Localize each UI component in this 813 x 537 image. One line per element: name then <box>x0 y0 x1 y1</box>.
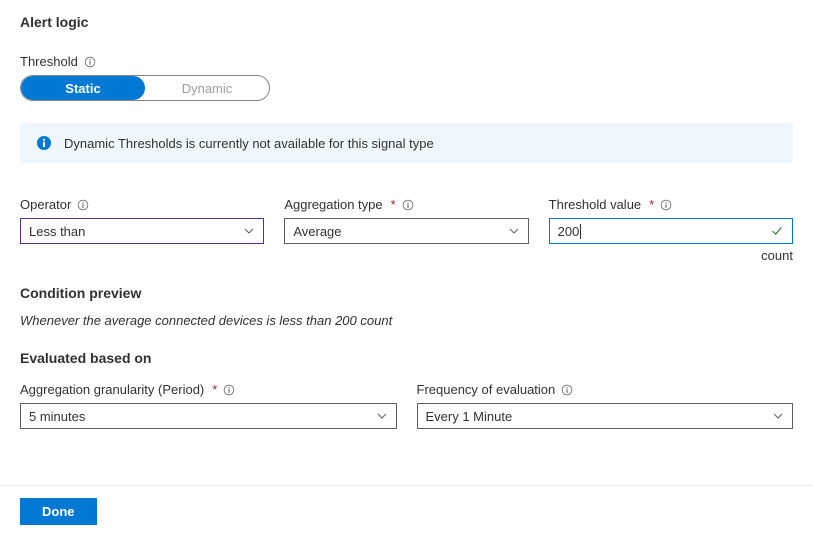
info-icon[interactable] <box>77 199 89 211</box>
condition-preview-text: Whenever the average connected devices i… <box>20 313 793 328</box>
footer: Done <box>0 485 813 537</box>
aggregation-type-select[interactable]: Average <box>284 218 528 244</box>
required-indicator: * <box>212 382 217 397</box>
aggregation-type-label: Aggregation type <box>284 197 382 212</box>
evaluated-based-on-header: Evaluated based on <box>20 350 793 366</box>
threshold-toggle[interactable]: Static Dynamic <box>20 75 270 101</box>
text-cursor <box>580 224 581 239</box>
threshold-label: Threshold <box>20 54 78 69</box>
aggregation-granularity-select[interactable]: 5 minutes <box>20 403 397 429</box>
chevron-down-icon <box>772 410 784 422</box>
info-icon[interactable] <box>223 384 235 396</box>
required-indicator: * <box>391 197 396 212</box>
frequency-label: Frequency of evaluation <box>417 382 556 397</box>
check-icon <box>770 224 784 238</box>
threshold-value-label: Threshold value <box>549 197 642 212</box>
info-icon[interactable] <box>402 199 414 211</box>
dynamic-unavailable-callout: Dynamic Thresholds is currently not avai… <box>20 123 793 163</box>
info-icon[interactable] <box>84 56 96 68</box>
info-icon <box>36 135 52 151</box>
threshold-value-input-wrap[interactable] <box>549 218 793 244</box>
threshold-dynamic-option[interactable]: Dynamic <box>145 76 269 100</box>
operator-select[interactable]: Less than <box>20 218 264 244</box>
threshold-static-option[interactable]: Static <box>21 76 145 100</box>
info-icon[interactable] <box>561 384 573 396</box>
done-button[interactable]: Done <box>20 498 97 525</box>
chevron-down-icon <box>508 225 520 237</box>
required-indicator: * <box>649 197 654 212</box>
chevron-down-icon <box>376 410 388 422</box>
info-icon[interactable] <box>660 199 672 211</box>
chevron-down-icon <box>243 225 255 237</box>
alert-logic-header: Alert logic <box>20 14 793 30</box>
callout-text: Dynamic Thresholds is currently not avai… <box>64 136 434 151</box>
threshold-unit: count <box>549 248 793 263</box>
aggregation-granularity-label: Aggregation granularity (Period) <box>20 382 204 397</box>
frequency-select[interactable]: Every 1 Minute <box>417 403 794 429</box>
operator-label: Operator <box>20 197 71 212</box>
threshold-value-input[interactable] <box>558 224 582 239</box>
condition-preview-header: Condition preview <box>20 285 793 301</box>
